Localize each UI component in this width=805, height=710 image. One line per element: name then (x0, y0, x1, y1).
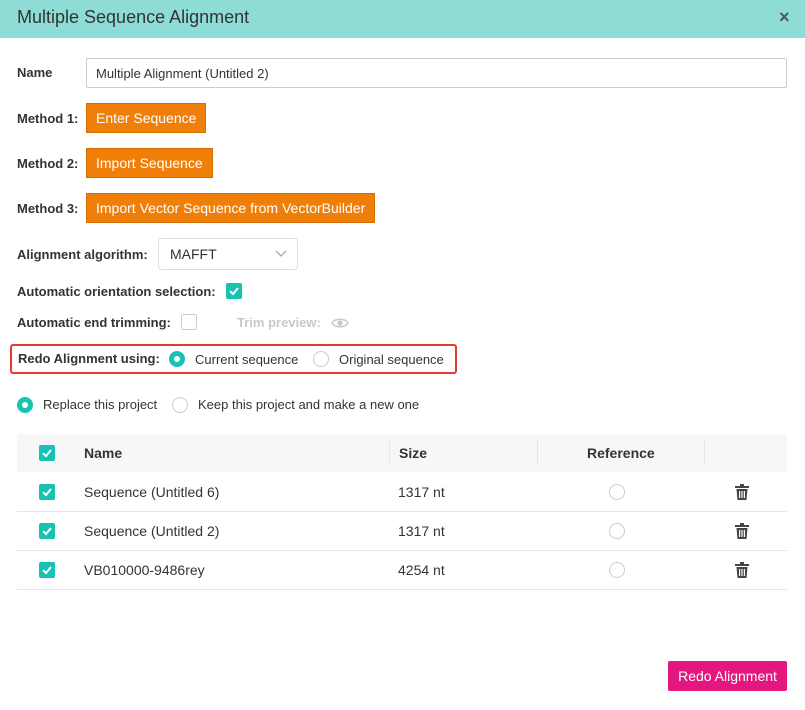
original-sequence-radio[interactable] (313, 351, 329, 367)
import-vector-sequence-button[interactable]: Import Vector Sequence from VectorBuilde… (86, 193, 376, 223)
current-sequence-radio[interactable] (169, 351, 185, 367)
replace-project-radio[interactable] (17, 397, 33, 413)
trash-icon[interactable] (735, 562, 749, 578)
size-column-header: Size (399, 445, 428, 461)
import-sequence-button[interactable]: Import Sequence (86, 148, 213, 178)
column-divider (704, 441, 705, 465)
method-3-label: Method 3: (17, 201, 79, 216)
row-checkbox[interactable] (39, 562, 55, 578)
column-divider (537, 441, 538, 465)
original-sequence-label[interactable]: Original sequence (339, 352, 444, 367)
name-column-header: Name (84, 445, 123, 461)
column-divider (389, 441, 390, 465)
trash-icon[interactable] (735, 523, 749, 539)
redo-using-label: Redo Alignment using: (18, 351, 160, 366)
keep-project-label[interactable]: Keep this project and make a new one (198, 397, 419, 412)
dialog-title: Multiple Sequence Alignment (17, 7, 250, 27)
close-icon[interactable]: × (779, 8, 790, 26)
orientation-checkbox[interactable] (226, 283, 242, 299)
method-2-label: Method 2: (17, 156, 79, 171)
enter-sequence-button[interactable]: Enter Sequence (86, 103, 207, 133)
algorithm-value: MAFFT (170, 246, 217, 262)
replace-project-label[interactable]: Replace this project (43, 397, 157, 412)
row-name: Sequence (Untitled 2) (84, 523, 220, 539)
row-size: 1317 nt (398, 484, 445, 500)
orientation-label: Automatic orientation selection: (17, 284, 216, 299)
select-all-checkbox[interactable] (39, 445, 55, 461)
current-sequence-label[interactable]: Current sequence (195, 352, 298, 367)
redo-alignment-button[interactable]: Redo Alignment (668, 661, 787, 691)
table-header: Name Size Reference (17, 434, 787, 472)
keep-project-radio[interactable] (172, 397, 188, 413)
table-row: Sequence (Untitled 6) 1317 nt (17, 473, 787, 512)
eye-icon[interactable] (331, 316, 349, 330)
name-label: Name (17, 65, 53, 80)
trimming-checkbox[interactable] (181, 314, 197, 330)
table-row: VB010000-9486rey 4254 nt (17, 551, 787, 590)
dialog-header: Multiple Sequence Alignment × (0, 0, 805, 38)
reference-column-header: Reference (587, 445, 655, 461)
table-row: Sequence (Untitled 2) 1317 nt (17, 512, 787, 551)
algorithm-select[interactable]: MAFFT (158, 238, 298, 270)
algorithm-label: Alignment algorithm: (17, 247, 148, 262)
method-1-label: Method 1: (17, 111, 79, 126)
reference-radio[interactable] (609, 484, 625, 500)
trimming-label: Automatic end trimming: (17, 315, 171, 330)
row-size: 1317 nt (398, 523, 445, 539)
reference-radio[interactable] (609, 562, 625, 578)
row-name: Sequence (Untitled 6) (84, 484, 220, 500)
trim-preview-label: Trim preview: (237, 315, 321, 330)
row-name: VB010000-9486rey (84, 562, 205, 578)
row-checkbox[interactable] (39, 523, 55, 539)
row-checkbox[interactable] (39, 484, 55, 500)
row-size: 4254 nt (398, 562, 445, 578)
reference-radio[interactable] (609, 523, 625, 539)
trash-icon[interactable] (735, 484, 749, 500)
name-input[interactable] (86, 58, 787, 88)
chevron-down-icon (275, 239, 287, 280)
